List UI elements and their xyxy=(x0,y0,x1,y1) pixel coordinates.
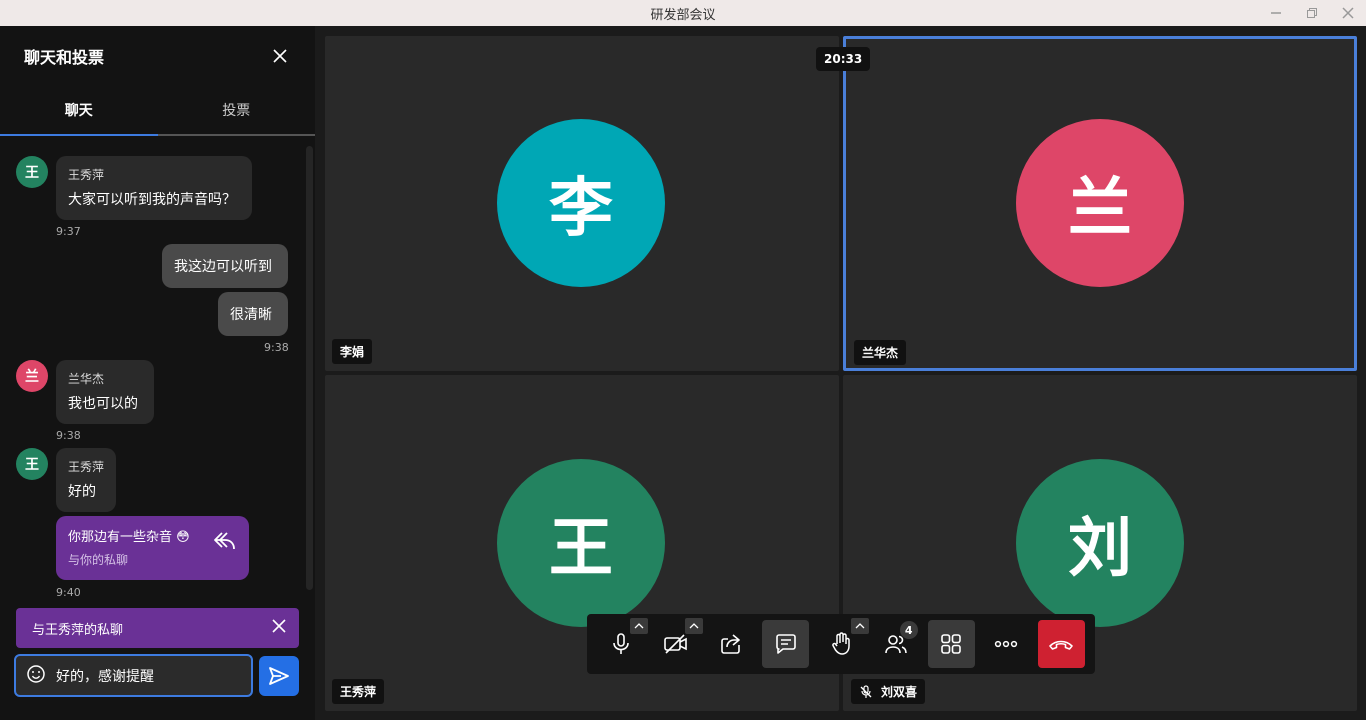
video-tile[interactable]: 李 李娟 xyxy=(325,36,839,371)
message-time: 9:37 xyxy=(56,225,81,238)
close-private-icon[interactable] xyxy=(271,618,287,638)
avatar: 王 xyxy=(16,448,48,480)
participant-avatar: 王 xyxy=(497,459,665,627)
hangup-button[interactable] xyxy=(1037,620,1085,668)
raise-hand-button[interactable] xyxy=(817,618,869,668)
participant-name-tag: 刘双喜 xyxy=(851,679,926,704)
participant-name: 李娟 xyxy=(332,339,373,364)
sender-name: 兰华杰 xyxy=(68,372,105,386)
participant-name: 兰华杰 xyxy=(854,340,907,365)
participant-name: 刘双喜 xyxy=(881,685,918,699)
hangup-icon xyxy=(1049,640,1074,650)
participant-avatar: 刘 xyxy=(1016,459,1184,627)
avatar: 王 xyxy=(16,156,48,188)
title-bar: 研发部会议 xyxy=(0,0,1366,26)
sidebar-header: 聊天和投票 xyxy=(0,26,315,86)
list-item: 你那边有一些杂音 😳 与你的私聊 xyxy=(56,516,249,580)
tile-view-button[interactable] xyxy=(927,620,975,668)
emoji-icon[interactable] xyxy=(26,664,46,688)
camera-button[interactable] xyxy=(652,618,704,668)
minimize-icon[interactable] xyxy=(1258,0,1294,26)
restore-icon[interactable] xyxy=(1294,0,1330,26)
message-text: 你那边有一些杂音 😳 xyxy=(68,530,190,545)
chevron-up-icon[interactable] xyxy=(850,618,869,634)
message-text: 我也可以的 xyxy=(68,396,138,412)
grid-icon xyxy=(941,634,962,654)
reply-icon[interactable] xyxy=(213,530,237,556)
message-time: 9:38 xyxy=(264,341,289,354)
list-item: 我这边可以听到 xyxy=(162,244,288,288)
list-item: 兰华杰 我也可以的 xyxy=(56,360,154,424)
close-sidebar-icon[interactable] xyxy=(269,45,291,67)
private-chat-label: 与王秀萍的私聊 xyxy=(32,622,124,638)
participant-avatar: 兰 xyxy=(1016,119,1184,287)
message-input-wrap xyxy=(14,654,253,697)
meeting-timer: 20:33 xyxy=(816,47,871,71)
message-text: 我这边可以听到 xyxy=(174,259,272,275)
message-input[interactable] xyxy=(56,667,236,684)
chat-scrollbar[interactable] xyxy=(306,146,313,590)
participants-count-badge: 4 xyxy=(899,621,918,639)
muted-mic-icon xyxy=(860,684,872,698)
list-item: 王秀萍 好的 xyxy=(56,448,116,512)
message-time: 9:38 xyxy=(56,429,81,442)
message-time: 9:40 xyxy=(56,586,81,599)
private-chat-bar: 与王秀萍的私聊 xyxy=(16,608,299,648)
list-item: 王秀萍 大家可以听到我的声音吗？ xyxy=(56,156,252,220)
window-title: 研发部会议 xyxy=(650,7,716,23)
chat-icon xyxy=(776,634,796,654)
private-label: 与你的私聊 xyxy=(68,553,129,567)
share-screen-button[interactable] xyxy=(707,620,754,668)
video-tile[interactable]: 兰 兰华杰 xyxy=(843,36,1357,371)
share-screen-icon xyxy=(720,634,740,654)
message-text: 大家可以听到我的声音吗？ xyxy=(68,192,236,208)
participants-button[interactable]: 4 xyxy=(873,620,920,668)
sidebar-tabs: 聊天 投票 xyxy=(0,86,315,136)
list-item: 很清晰 xyxy=(218,292,288,336)
close-window-icon[interactable] xyxy=(1330,0,1366,26)
sender-name: 王秀萍 xyxy=(68,460,105,474)
message-text: 很清晰 xyxy=(230,307,272,323)
chat-button[interactable] xyxy=(762,620,810,668)
send-icon xyxy=(269,667,289,685)
chevron-up-icon[interactable] xyxy=(630,618,649,634)
microphone-icon xyxy=(612,633,629,654)
avatar: 兰 xyxy=(16,360,48,392)
sidebar-title: 聊天和投票 xyxy=(24,48,105,67)
send-button[interactable] xyxy=(259,656,299,696)
chevron-up-icon[interactable] xyxy=(685,618,704,634)
window-controls xyxy=(1258,0,1366,26)
microphone-button[interactable] xyxy=(597,618,649,668)
more-icon xyxy=(995,640,1018,648)
participant-name: 王秀萍 xyxy=(332,679,385,704)
hand-icon xyxy=(832,632,850,655)
participant-avatar: 李 xyxy=(497,119,665,287)
message-text: 好的 xyxy=(68,484,96,500)
meeting-toolbar: 4 xyxy=(587,614,1095,674)
sender-name: 王秀萍 xyxy=(68,168,105,182)
tab-polls[interactable]: 投票 xyxy=(158,86,316,134)
more-options-button[interactable] xyxy=(983,620,1030,668)
camera-off-icon xyxy=(663,634,687,654)
tab-chat[interactable]: 聊天 xyxy=(0,86,158,136)
